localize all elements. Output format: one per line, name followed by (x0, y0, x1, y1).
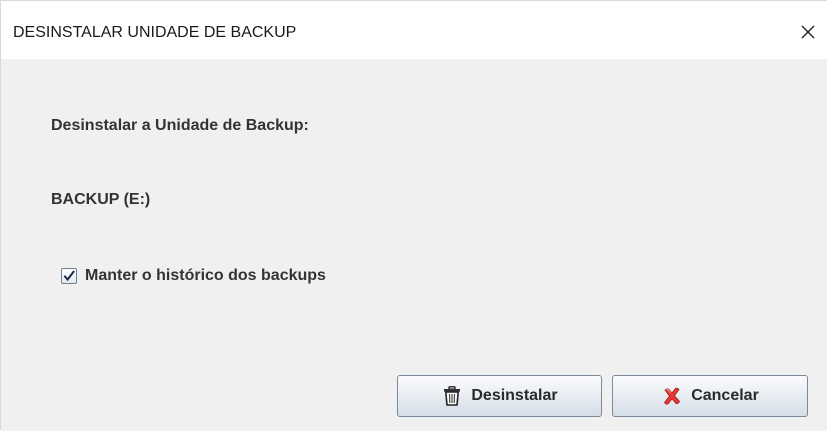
trash-icon (441, 385, 463, 407)
uninstall-button-label: Desinstalar (471, 387, 557, 405)
close-button[interactable] (787, 9, 827, 53)
keep-history-option[interactable]: Manter o histórico dos backups (61, 266, 326, 286)
checkmark-icon (63, 270, 75, 282)
window-title: DESINSTALAR UNIDADE DE BACKUP (13, 24, 296, 42)
dialog-content: Desinstalar a Unidade de Backup: BACKUP … (1, 59, 827, 431)
cancel-button[interactable]: Cancelar (612, 375, 808, 417)
close-icon (801, 25, 815, 39)
title-bar: DESINSTALAR UNIDADE DE BACKUP (1, 1, 827, 59)
keep-history-checkbox[interactable] (61, 268, 77, 284)
uninstall-button[interactable]: Desinstalar (397, 375, 602, 417)
keep-history-label: Manter o histórico dos backups (85, 267, 326, 285)
backup-drive-label: BACKUP (E:) (51, 191, 150, 209)
red-x-icon (661, 385, 683, 407)
dialog-window: DESINSTALAR UNIDADE DE BACKUP Desinstala… (0, 0, 827, 430)
cancel-button-label: Cancelar (691, 387, 759, 405)
uninstall-heading: Desinstalar a Unidade de Backup: (51, 117, 309, 135)
